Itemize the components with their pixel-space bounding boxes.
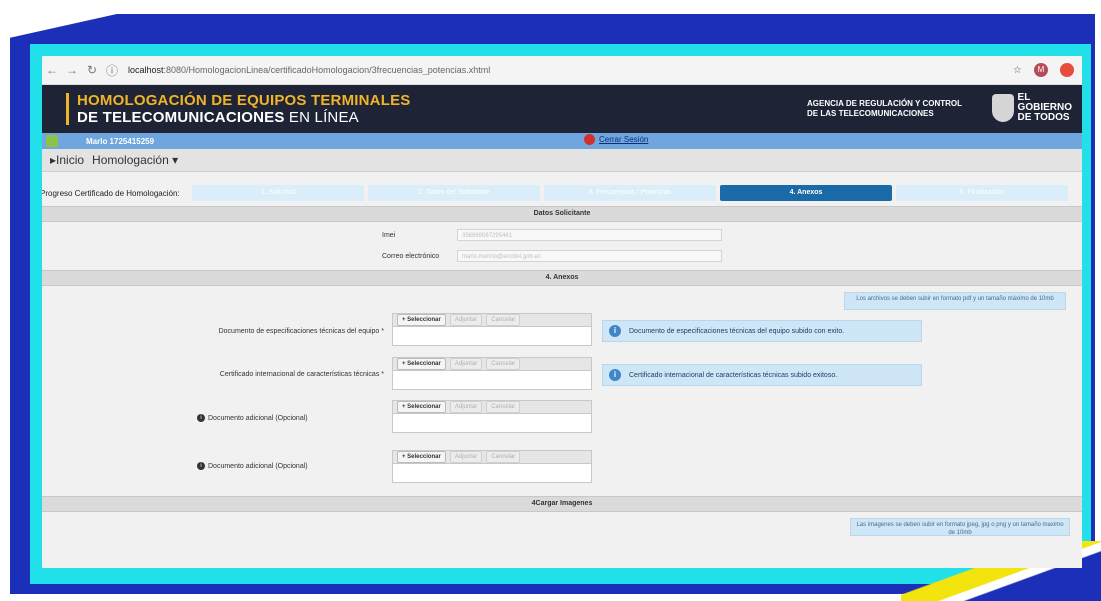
shield-icon: [991, 94, 1014, 122]
app-title-line2-thin: EN LÍNEA: [288, 109, 359, 126]
progress-steps: Progreso Certificado de Homologación: 1.…: [42, 180, 1082, 206]
step-5[interactable]: 5. Finalización: [896, 185, 1068, 201]
info-circle-icon: i: [197, 414, 205, 422]
info-circle-icon: i: [197, 462, 205, 470]
upload-label-1: Documento de especificaciones técnicas d…: [218, 328, 384, 335]
app-title-line2: DE TELECOMUNICACIONES EN LÍNEA: [77, 109, 410, 126]
government-logo-text: EL GOBIERNO DE TODOS: [1018, 93, 1072, 123]
select-button-2[interactable]: + Seleccionar: [397, 358, 446, 370]
agency-line2: DE LAS TELECOMUNICACIONES: [807, 109, 934, 118]
steps-list: 1. Solicitud 2. Datos del Solicitante 3.…: [192, 185, 1068, 201]
main-menu: ▸Inicio Homologación ▾: [42, 149, 1082, 172]
cancel-button-3[interactable]: Cancelar: [486, 401, 521, 413]
info-icon: i: [609, 369, 621, 381]
email-label: Correo electrónico: [382, 253, 440, 260]
upload-success-text-1: Documento de especificaciones técnicas d…: [629, 327, 845, 335]
cancel-button-1[interactable]: Cancelar: [486, 314, 521, 326]
uploader-4: + Seleccionar Adjuntar Cancelar: [392, 450, 592, 483]
upload-success-2: i Certificado internacional de caracterí…: [602, 364, 922, 386]
imagenes-notice: Las imagenes se deben subir en formato j…: [850, 518, 1070, 536]
url-host: localhost: [128, 65, 164, 75]
user-bar: Marlo 1725415259 Cerrar Sesión: [42, 133, 1082, 149]
select-button-3[interactable]: + Seleccionar: [397, 401, 446, 413]
logout-link[interactable]: Cerrar Sesión: [584, 134, 648, 145]
uploader-toolbar-1: + Seleccionar Adjuntar Cancelar: [392, 313, 592, 327]
star-icon[interactable]: ☆: [1013, 65, 1022, 76]
imagenes-section: Las imagenes se deben subir en formato j…: [42, 512, 1082, 568]
solicitante-form: Imei 356669087295461 Correo electrónico …: [42, 222, 1082, 270]
upload-dropzone-4[interactable]: [392, 464, 592, 483]
profile-avatar[interactable]: M: [1034, 63, 1048, 77]
extension-icon[interactable]: [1060, 63, 1074, 77]
upload-label-4: i Documento adicional (Opcional): [197, 462, 397, 470]
upload-button-4[interactable]: Adjuntar: [449, 451, 483, 463]
upload-button-3[interactable]: Adjuntar: [449, 401, 483, 413]
user-name: Marlo 1725415259: [86, 136, 155, 146]
uploader-toolbar-4: + Seleccionar Adjuntar Cancelar: [392, 450, 592, 464]
screen: ← → ↻ ⓘ localhost:8080/HomologacionLinea…: [42, 56, 1082, 568]
upload-success-text-2: Certificado internacional de característ…: [629, 371, 838, 379]
browser-toolbar: ← → ↻ ⓘ localhost:8080/HomologacionLinea…: [42, 56, 1082, 85]
info-icon[interactable]: ⓘ: [102, 62, 122, 79]
upload-label-3: i Documento adicional (Opcional): [197, 414, 397, 422]
app-title: HOMOLOGACIÓN DE EQUIPOS TERMINALES DE TE…: [77, 92, 410, 126]
agency-line1: AGENCIA DE REGULACIÓN Y CONTROL: [807, 99, 962, 108]
banner-accent: [66, 93, 69, 125]
section-header-anexos: 4. Anexos: [42, 270, 1082, 286]
step-1[interactable]: 1. Solicitud: [192, 185, 364, 201]
anexos-section: Los archivos se deben subir en formato p…: [42, 286, 1082, 496]
power-icon: [584, 134, 595, 145]
step-4[interactable]: 4. Anexos: [720, 185, 892, 201]
app-title-line2-bold: DE TELECOMUNICACIONES: [77, 109, 285, 126]
upload-dropzone-1[interactable]: [392, 327, 592, 346]
upload-label-3-text: Documento adicional (Opcional): [208, 414, 308, 422]
select-button-1[interactable]: + Seleccionar: [397, 314, 446, 326]
email-field[interactable]: marlo.merino@arcotel.gob.ec: [457, 250, 722, 262]
user-icon: [46, 135, 58, 147]
progress-label: Progreso Certificado de Homologación:: [42, 188, 180, 198]
imei-field[interactable]: 356669087295461: [457, 229, 722, 241]
back-icon[interactable]: ←: [42, 63, 62, 77]
url-path: :8080/HomologacionLinea/certificadoHomol…: [163, 65, 491, 75]
cancel-button-4[interactable]: Cancelar: [486, 451, 521, 463]
menu-home[interactable]: ▸Inicio: [50, 153, 84, 167]
reload-icon[interactable]: ↻: [82, 63, 102, 77]
app-banner: HOMOLOGACIÓN DE EQUIPOS TERMINALES DE TE…: [42, 85, 1082, 133]
frame-stripe-top-left: [0, 0, 180, 40]
government-logo: EL GOBIERNO DE TODOS: [991, 93, 1072, 123]
upload-label-4-text: Documento adicional (Opcional): [208, 462, 308, 470]
step-3[interactable]: 3. Frecuencias / Potencias: [544, 185, 716, 201]
upload-button-2[interactable]: Adjuntar: [449, 358, 483, 370]
uploader-toolbar-2: + Seleccionar Adjuntar Cancelar: [392, 357, 592, 371]
anexos-notice: Los archivos se deben subir en formato p…: [844, 292, 1066, 310]
uploader-1: + Seleccionar Adjuntar Cancelar: [392, 313, 592, 346]
upload-dropzone-2[interactable]: [392, 371, 592, 390]
menu-homologacion[interactable]: Homologación ▾: [92, 153, 178, 167]
menu-home-label: Inicio: [56, 153, 85, 167]
forward-icon[interactable]: →: [62, 63, 82, 77]
app-title-line1: HOMOLOGACIÓN DE EQUIPOS TERMINALES: [77, 92, 411, 109]
uploader-3: + Seleccionar Adjuntar Cancelar: [392, 400, 592, 433]
section-header-imagenes: 4Cargar Imagenes: [42, 496, 1082, 512]
uploader-2: + Seleccionar Adjuntar Cancelar: [392, 357, 592, 390]
info-icon: i: [609, 325, 621, 337]
address-bar[interactable]: localhost:8080/HomologacionLinea/certifi…: [128, 65, 1013, 75]
cancel-button-2[interactable]: Cancelar: [486, 358, 521, 370]
step-2[interactable]: 2. Datos del Solicitante: [368, 185, 540, 201]
menu-homologacion-label: Homologación: [92, 153, 169, 167]
section-header-solicitante: Datos Solicitante: [42, 206, 1082, 222]
upload-success-1: i Documento de especificaciones técnicas…: [602, 320, 922, 342]
gov-line3: DE TODOS: [1017, 112, 1070, 123]
select-button-4[interactable]: + Seleccionar: [397, 451, 446, 463]
upload-button-1[interactable]: Adjuntar: [449, 314, 483, 326]
agency-name: AGENCIA DE REGULACIÓN Y CONTROL DE LAS T…: [807, 99, 962, 119]
logout-label: Cerrar Sesión: [599, 135, 649, 144]
uploader-toolbar-3: + Seleccionar Adjuntar Cancelar: [392, 400, 592, 414]
upload-dropzone-3[interactable]: [392, 414, 592, 433]
imei-label: Imei: [382, 232, 396, 239]
upload-label-2: Certificado internacional de característ…: [219, 371, 384, 378]
